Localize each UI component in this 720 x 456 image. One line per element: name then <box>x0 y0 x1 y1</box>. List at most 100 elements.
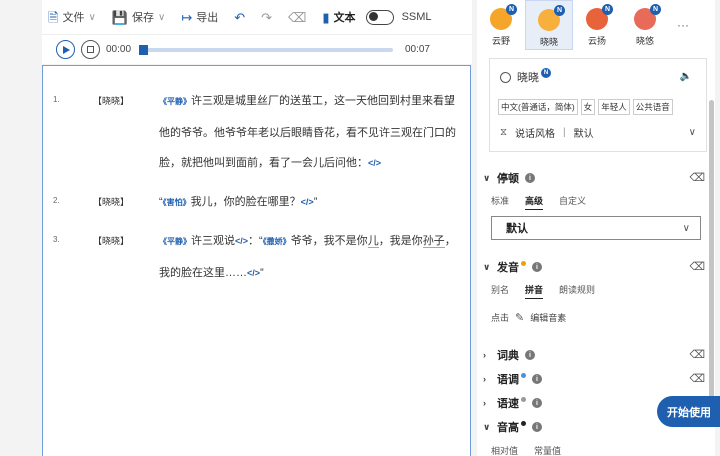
style-value: 默认 <box>573 129 594 140</box>
text-mode-label: 文本 <box>333 12 356 24</box>
chevron-down-icon: ∨ <box>688 127 696 138</box>
save-menu[interactable]: 💾 保存 ∨ <box>106 5 172 29</box>
section-pronunciation[interactable]: ∨ 发音 i <box>483 259 542 275</box>
info-icon[interactable]: i <box>532 422 542 432</box>
voice-option[interactable]: N 晓悠 <box>621 0 669 50</box>
tab-option[interactable]: 拼音 <box>525 283 544 299</box>
speaker-tag[interactable]: 【晓晓】 <box>93 195 129 208</box>
new-badge: N <box>602 4 613 15</box>
emotion-tag[interactable]: 《平静》 <box>159 237 191 246</box>
line-number: 2. <box>53 196 60 205</box>
new-badge: N <box>650 4 661 15</box>
section-speed[interactable]: › 语速 i <box>483 395 542 411</box>
line-content[interactable]: 《平静》许三观是城里丝厂的送茧工，这一天他回到村里来看望他的爷爷。他爷爷年老以后… <box>159 86 459 179</box>
section-dictionary[interactable]: › 词典 i <box>483 347 535 363</box>
section-tone[interactable]: › 语调 i <box>483 371 542 387</box>
info-icon[interactable]: i <box>525 173 535 183</box>
voice-tag: 公共语音 <box>632 99 673 115</box>
voice-option[interactable]: N 晓晓 <box>525 0 573 50</box>
clear-button[interactable]: ⌫ <box>282 5 312 29</box>
start-button[interactable]: 开始使用 <box>657 396 720 427</box>
tab-option[interactable]: 别名 <box>491 283 509 299</box>
tab-option[interactable]: 自定义 <box>559 194 586 210</box>
redo-button[interactable]: ↷ <box>255 5 278 29</box>
pitch-title: 音高 <box>497 422 519 434</box>
section-pause[interactable]: ∨ 停顿 i <box>483 170 535 186</box>
eraser-icon[interactable]: ⌫ <box>689 348 705 361</box>
info-icon[interactable]: i <box>532 262 542 272</box>
stop-button[interactable] <box>81 40 100 59</box>
tab-option[interactable]: 朗读规则 <box>559 283 595 299</box>
chevron-right-icon: › <box>483 350 486 360</box>
ssml-code-icon[interactable]: </> <box>247 268 260 278</box>
undo-button[interactable]: ↶ <box>228 5 251 29</box>
voice-tag: 女 <box>580 99 596 115</box>
settings-panel: N 云野 N 晓晓 N 云扬 N 晓悠 ··· 晓晓 N 🔈 中文(普通话，简体) 女年轻人 公共语… <box>477 0 715 456</box>
pronunciation-title: 发音 <box>497 262 519 274</box>
chevron-down-icon: ∨ <box>88 11 96 23</box>
info-icon[interactable]: i <box>532 398 542 408</box>
line-text: 许三观是城里丝厂的送茧工，这一天他回到村里来看望他的爷爷。他爷爷年老以后眼睛昏花… <box>159 95 456 169</box>
tab-option[interactable]: 常量值 <box>534 444 561 456</box>
chevron-down-icon: ∨ <box>483 421 491 432</box>
export-button[interactable]: ↦ 导出 <box>175 5 224 29</box>
new-badge: N <box>554 5 565 16</box>
phoneme-marked-text[interactable]: 孙子 <box>422 235 445 248</box>
voice-option[interactable]: N 云扬 <box>573 0 621 50</box>
voice-card: 晓晓 N 🔈 中文(普通话，简体) 女年轻人 公共语音 ⧖ 说话风格 | 默认 ∨ <box>489 58 707 152</box>
eraser-icon[interactable]: ⌫ <box>689 260 705 273</box>
line-number: 3. <box>53 235 60 244</box>
pause-select[interactable]: 默认 ∨ <box>491 216 701 240</box>
line-text: 我儿，你的脸在哪里？ <box>190 196 301 208</box>
speaker-tag[interactable]: 【晓晓】 <box>93 234 129 247</box>
speaker-tag[interactable]: 【晓晓】 <box>93 94 129 107</box>
scrollbar-thumb[interactable] <box>709 100 714 420</box>
ssml-code-icon[interactable]: </> <box>368 158 381 168</box>
eraser-icon[interactable]: ⌫ <box>689 171 705 184</box>
emotion-tag[interactable]: 《平静》 <box>159 97 191 106</box>
file-label: 文件 <box>62 12 85 24</box>
phoneme-marked-text[interactable]: 儿 <box>367 235 379 248</box>
section-pitch[interactable]: ∨ 音高 i <box>483 419 542 435</box>
scrollbar[interactable] <box>708 48 715 456</box>
voice-tag: 年轻人 <box>598 99 630 115</box>
ssml-code-icon[interactable]: </> <box>235 236 248 246</box>
speaker-icon[interactable]: 🔈 <box>680 71 692 82</box>
eraser-icon[interactable]: ⌫ <box>689 372 705 385</box>
file-menu[interactable]: 🗎 文件 ∨ <box>42 5 102 29</box>
status-dot <box>521 372 526 378</box>
voice-wave-icon: ⧖ <box>500 127 508 138</box>
text-mode[interactable]: ▮ 文本 <box>316 5 361 29</box>
play-button[interactable] <box>56 40 75 59</box>
progress-bar[interactable] <box>139 44 394 55</box>
emotion-tag[interactable]: 《撒娇》 <box>263 237 291 246</box>
tab-option[interactable]: 标准 <box>491 194 509 210</box>
edit-phoneme-row[interactable]: 点击 ✎ 编辑音素 <box>491 311 566 324</box>
end-time: 00:07 <box>404 44 430 55</box>
voice-tags: 中文(普通话，简体) 女年轻人 公共语音 <box>498 99 673 115</box>
ssml-toggle[interactable] <box>365 9 394 25</box>
status-dot <box>521 260 526 266</box>
more-voices-button[interactable]: ··· <box>669 0 697 50</box>
text-editor[interactable]: 1. 【晓晓】 《平静》许三观是城里丝厂的送茧工，这一天他回到村里来看望他的爷爷。他… <box>42 65 471 456</box>
tab-option[interactable]: 高级 <box>525 194 544 210</box>
line-content[interactable]: 《平静》许三观说</>：“《撒娇》爷爷，我不是你儿，我是你孙子，我的脸在这里……… <box>159 226 459 288</box>
editor-pane: 🗎 文件 ∨ 💾 保存 ∨ ↦ 导出 ↶ ↷ ⌫ ▮ 文本 SSML 00:00… <box>0 0 472 456</box>
line-content[interactable]: “《害怕》我儿，你的脸在哪里？</>” <box>159 187 459 219</box>
export-label: 导出 <box>196 12 219 24</box>
save-icon: 💾 <box>111 9 128 25</box>
progress-handle[interactable] <box>139 44 149 55</box>
info-icon[interactable]: i <box>532 374 542 384</box>
tab-option[interactable]: 相对值 <box>491 444 518 456</box>
chevron-down-icon: ∨ <box>157 11 166 23</box>
speaking-style-select[interactable]: ⧖ 说话风格 | 默认 ∨ <box>500 125 698 140</box>
chevron-down-icon: ∨ <box>483 261 491 272</box>
ssml-code-icon[interactable]: </> <box>301 197 314 207</box>
status-dot <box>521 420 526 426</box>
voice-option-name: 晓悠 <box>635 36 654 46</box>
voice-option[interactable]: N 云野 <box>477 0 525 50</box>
emotion-tag[interactable]: 《害怕》 <box>163 198 191 207</box>
info-icon[interactable]: i <box>525 350 535 360</box>
redo-icon: ↷ <box>261 9 273 25</box>
voice-list: N 云野 N 晓晓 N 云扬 N 晓悠 ··· <box>477 0 715 50</box>
